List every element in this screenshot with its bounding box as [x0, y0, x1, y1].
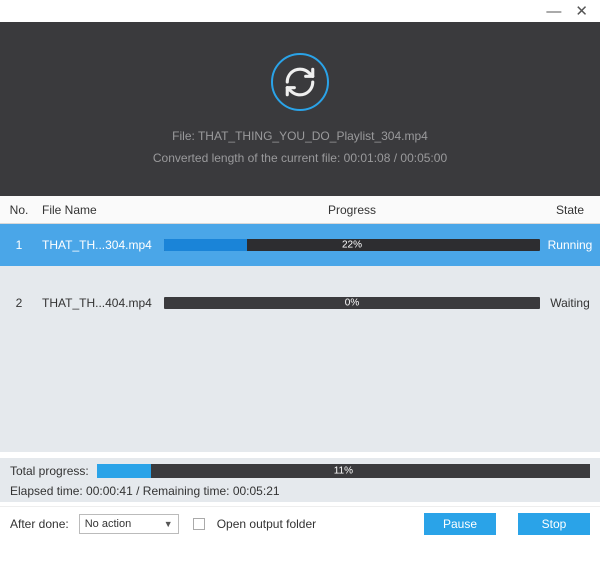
converted-length-label: Converted length of the current file: 00…	[153, 151, 447, 165]
row-no: 1	[0, 238, 38, 252]
file-table: 1 THAT_TH...304.mp4 22% Running 2 THAT_T…	[0, 224, 600, 452]
time-info: Elapsed time: 00:00:41 / Remaining time:…	[10, 484, 590, 498]
row-progress: 0%	[164, 297, 540, 309]
row-no: 2	[0, 296, 38, 310]
row-progress: 22%	[164, 239, 540, 251]
titlebar: — ✕	[0, 0, 600, 22]
table-row[interactable]: 2 THAT_TH...404.mp4 0% Waiting	[0, 282, 600, 324]
pause-button[interactable]: Pause	[424, 513, 496, 535]
col-header-no: No.	[0, 203, 38, 217]
row-filename: THAT_TH...404.mp4	[38, 296, 164, 310]
sync-icon	[271, 53, 329, 111]
close-icon[interactable]: ✕	[575, 2, 588, 20]
total-progress-block: Total progress: 11% Elapsed time: 00:00:…	[0, 458, 600, 502]
col-header-state: State	[540, 203, 600, 217]
progress-bar: 22%	[164, 239, 540, 251]
chevron-down-icon: ▼	[164, 519, 173, 529]
minimize-icon[interactable]: —	[546, 3, 561, 20]
total-progress-bar: 11%	[97, 464, 590, 478]
progress-bar: 0%	[164, 297, 540, 309]
row-filename: THAT_TH...304.mp4	[38, 238, 164, 252]
table-row[interactable]: 1 THAT_TH...304.mp4 22% Running	[0, 224, 600, 266]
total-progress-label: Total progress:	[10, 464, 89, 478]
stop-button[interactable]: Stop	[518, 513, 590, 535]
col-header-filename: File Name	[38, 203, 164, 217]
conversion-header: File: THAT_THING_YOU_DO_Playlist_304.mp4…	[0, 22, 600, 196]
after-done-dropdown[interactable]: No action ▼	[79, 514, 179, 534]
row-state: Running	[540, 238, 600, 252]
footer-bar: After done: No action ▼ Open output fold…	[0, 506, 600, 540]
current-file-label: File: THAT_THING_YOU_DO_Playlist_304.mp4	[172, 129, 428, 143]
open-folder-label: Open output folder	[217, 517, 316, 531]
open-folder-checkbox[interactable]	[193, 518, 205, 530]
table-header: No. File Name Progress State	[0, 196, 600, 224]
after-done-label: After done:	[10, 517, 69, 531]
col-header-progress: Progress	[164, 203, 540, 217]
row-state: Waiting	[540, 296, 600, 310]
